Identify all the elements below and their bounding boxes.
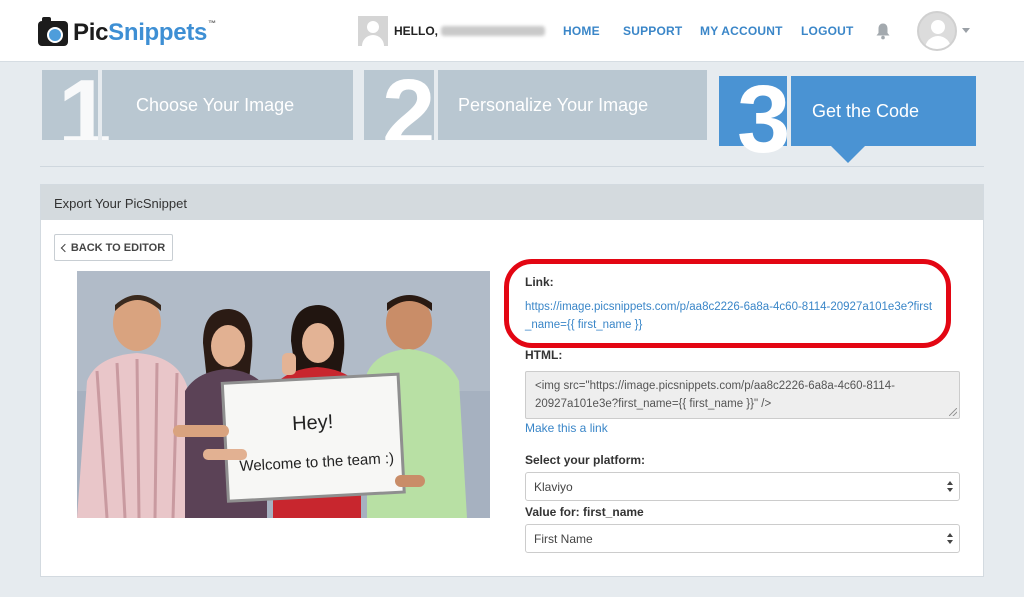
- step-choose-image[interactable]: 1 Choose Your Image: [42, 70, 353, 140]
- camera-logo-icon: [38, 16, 68, 46]
- platform-select[interactable]: Klaviyo: [525, 472, 960, 501]
- nav-home-link[interactable]: HOME: [563, 24, 600, 38]
- panel-header: Export Your PicSnippet: [41, 185, 983, 220]
- divider: [40, 166, 984, 167]
- top-navbar: PicSnippets™ HELLO, HOME SUPPORT MY ACCO…: [0, 0, 1024, 62]
- account-avatar-icon[interactable]: [917, 11, 957, 51]
- step-label: Get the Code: [812, 101, 920, 121]
- first-name-value-select[interactable]: First Name: [525, 524, 960, 553]
- nav-my-account-link[interactable]: MY ACCOUNT: [700, 24, 783, 38]
- step-number: 2: [382, 70, 436, 140]
- back-to-editor-button[interactable]: BACK TO EDITOR: [54, 234, 173, 261]
- platform-label: Select your platform:: [525, 453, 646, 467]
- step-personalize-image[interactable]: 2 Personalize Your Image: [364, 70, 707, 140]
- select-arrows-icon: [947, 481, 953, 493]
- nav-support-link[interactable]: SUPPORT: [623, 24, 682, 38]
- red-highlight-annotation: [504, 259, 951, 348]
- nav-logout-link[interactable]: LOGOUT: [801, 24, 854, 38]
- redacted-username: [441, 26, 545, 36]
- greeting-text: HELLO,: [394, 24, 438, 38]
- step-divider: [434, 70, 438, 140]
- panel-title: Export Your PicSnippet: [54, 196, 187, 211]
- logo-text-snippets: Snippets: [108, 19, 208, 46]
- user-greeting: HELLO,: [394, 24, 545, 38]
- select-arrows-icon: [947, 533, 953, 545]
- step-divider: [98, 70, 102, 140]
- step-number: 1: [58, 70, 112, 140]
- caret-down-icon[interactable]: [962, 28, 970, 33]
- picsnippets-logo[interactable]: PicSnippets™: [38, 16, 216, 48]
- step-label: Personalize Your Image: [458, 95, 649, 115]
- logo-text: PicSnippets™: [73, 19, 216, 47]
- platform-selected-value: Klaviyo: [534, 480, 573, 494]
- html-code-textarea[interactable]: <img src="https://image.picsnippets.com/…: [525, 371, 960, 419]
- html-label: HTML:: [525, 348, 563, 362]
- step-label: Choose Your Image: [136, 95, 295, 115]
- snippet-preview-image: Hey! Welcome to the team :): [77, 271, 490, 518]
- logo-text-pic: Pic: [73, 19, 109, 46]
- step-number: 3: [737, 66, 791, 173]
- user-avatar-icon: [358, 16, 388, 46]
- team-photo-illustration: Hey! Welcome to the team :): [77, 271, 490, 518]
- back-button-label: BACK TO EDITOR: [70, 241, 166, 254]
- step-get-the-code[interactable]: 3 Get the Code: [719, 72, 976, 168]
- value-for-label: Value for: first_name: [525, 505, 644, 519]
- html-code-text: <img src="https://image.picsnippets.com/…: [535, 380, 895, 410]
- whiteboard-line-1: Hey!: [292, 411, 334, 435]
- active-step-pointer: [831, 146, 865, 163]
- trademark: ™: [208, 19, 216, 28]
- make-this-a-link[interactable]: Make this a link: [525, 421, 608, 435]
- export-panel: Export Your PicSnippet BACK TO EDITOR He…: [40, 184, 984, 577]
- chevron-left-icon: [60, 243, 70, 252]
- resize-handle-icon[interactable]: [949, 408, 957, 416]
- bell-icon[interactable]: [875, 22, 891, 40]
- value-selected: First Name: [534, 532, 593, 546]
- step-divider: [787, 76, 791, 146]
